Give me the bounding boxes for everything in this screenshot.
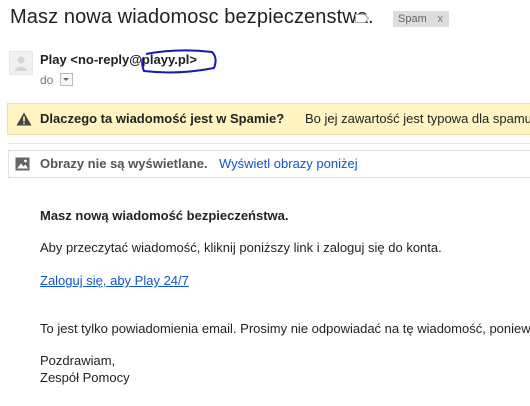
- to-label: do: [40, 73, 54, 87]
- images-hidden-message: Obrazy nie są wyświetlane.: [40, 156, 208, 171]
- sender-email[interactable]: <no-reply@playy.pl>: [70, 52, 197, 67]
- spam-warning-answer: Bo jej zawartość jest typowa dla spamu.: [305, 111, 530, 126]
- dropdown-arrow-icon[interactable]: [59, 73, 73, 87]
- sender-name: Play: [40, 52, 67, 67]
- spam-label-chip[interactable]: Spam x: [393, 11, 449, 27]
- avatar-icon: [9, 51, 33, 75]
- warning-icon: [16, 112, 32, 126]
- divider: [8, 143, 530, 144]
- message-greeting: Pozdrawiam,: [40, 353, 116, 368]
- sender-line: Play <no-reply@playy.pl>: [40, 52, 197, 67]
- show-images-link[interactable]: Wyświetl obrazy poniżej: [219, 151, 358, 177]
- login-link[interactable]: Zaloguj się, aby Play 24/7: [40, 273, 189, 288]
- message-disclaimer: To jest tylko powiadomienia email. Prosi…: [40, 321, 530, 336]
- spam-warning-question: Dlaczego ta wiadomość jest w Spamie?: [40, 111, 285, 126]
- message-heading: Masz nową wiadomość bezpieczeństwa.: [40, 208, 289, 223]
- images-hidden-notice: Obrazy nie są wyświetlane. Wyświetl obra…: [8, 150, 530, 178]
- email-subject: Masz nowa wiadomosc bezpieczenstwa.: [10, 6, 374, 28]
- image-icon: [15, 157, 30, 171]
- spam-label-text: Spam: [398, 13, 427, 25]
- spam-warning-banner: Dlaczego ta wiadomość jest w Spamie? Bo …: [7, 103, 530, 135]
- message-signature: Zespół Pomocy: [40, 370, 130, 385]
- recipient-line: do: [40, 73, 73, 87]
- message-instruction: Aby przeczytać wiadomość, kliknij poniżs…: [40, 240, 442, 255]
- remove-label-icon[interactable]: x: [438, 11, 444, 27]
- label-tag-icon[interactable]: [355, 14, 369, 23]
